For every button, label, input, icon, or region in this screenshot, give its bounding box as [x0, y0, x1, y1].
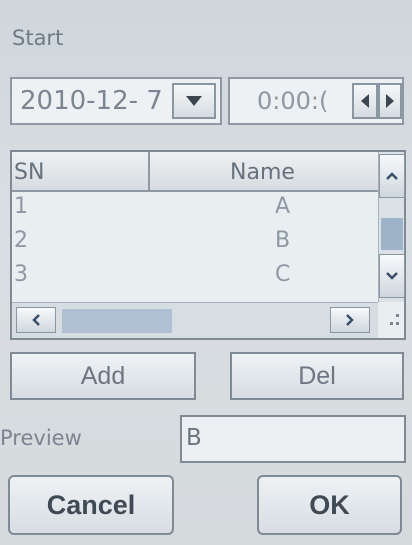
time-value: 0:00:(	[257, 87, 329, 115]
vertical-scroll-thumb[interactable]	[381, 218, 403, 250]
chevron-right-icon	[346, 314, 354, 326]
del-button[interactable]: Del	[230, 352, 404, 400]
ok-button[interactable]: OK	[257, 475, 402, 535]
table-row[interactable]: 3 C	[12, 262, 378, 290]
dialog-screen: Start 2010-12- 7 0:00:( SN Name 1 A 2 B	[0, 0, 412, 545]
scroll-up-button[interactable]	[379, 154, 405, 198]
table-row[interactable]: 2 B	[12, 228, 378, 256]
column-header-sn[interactable]: SN	[12, 152, 150, 192]
time-picker[interactable]: 0:00:(	[228, 77, 404, 125]
preview-field[interactable]: B	[180, 415, 406, 463]
vertical-scrollbar[interactable]	[378, 152, 405, 302]
horizontal-scrollbar[interactable]	[12, 302, 378, 338]
scroll-down-button[interactable]	[379, 254, 405, 298]
chevron-down-icon	[186, 96, 202, 106]
date-dropdown-button[interactable]	[172, 83, 216, 119]
chevron-up-icon	[386, 172, 398, 180]
scroll-left-button[interactable]	[16, 307, 56, 333]
horizontal-scroll-thumb[interactable]	[62, 309, 172, 333]
table-row[interactable]: 1 A	[12, 194, 378, 222]
preview-label: Preview	[0, 426, 82, 450]
column-header-name[interactable]: Name	[150, 152, 378, 192]
resize-grip-icon	[380, 310, 402, 332]
cell-sn: 1	[14, 194, 28, 219]
arrow-left-icon	[361, 94, 369, 108]
column-header-label: Name	[230, 160, 295, 185]
add-button[interactable]: Add	[10, 352, 196, 400]
arrow-right-icon	[386, 94, 394, 108]
cancel-button[interactable]: Cancel	[8, 475, 174, 535]
chevron-down-icon	[386, 272, 398, 280]
date-picker[interactable]: 2010-12- 7	[10, 77, 222, 125]
scroll-right-button[interactable]	[330, 307, 370, 333]
chevron-left-icon	[32, 314, 40, 326]
data-table[interactable]: SN Name 1 A 2 B 3 C	[10, 150, 406, 340]
time-decrement-button[interactable]	[352, 83, 378, 119]
preview-value: B	[186, 425, 202, 451]
cell-name: B	[275, 228, 291, 253]
cell-name: C	[275, 262, 291, 287]
cell-name: A	[275, 194, 291, 219]
start-label: Start	[12, 26, 64, 50]
date-value: 2010-12- 7	[20, 86, 163, 116]
cell-sn: 2	[14, 228, 28, 253]
column-header-label: SN	[14, 160, 45, 185]
time-increment-button[interactable]	[378, 83, 402, 119]
cell-sn: 3	[14, 262, 28, 287]
